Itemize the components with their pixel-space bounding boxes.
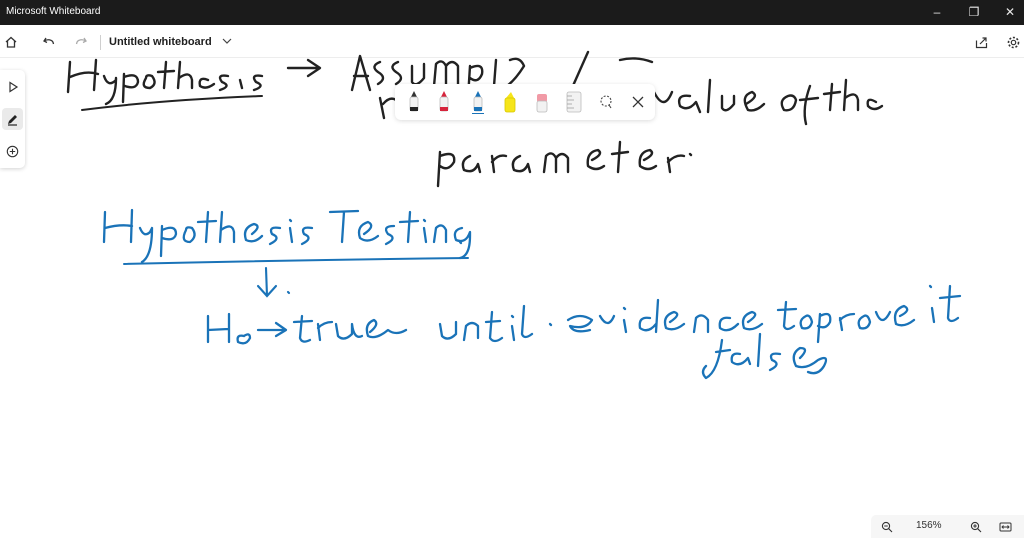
left-tool-rail	[0, 70, 25, 168]
ink-null-hypothesis[interactable]	[206, 284, 962, 380]
zoom-in-icon	[970, 521, 981, 532]
yellow-highlighter-button[interactable]	[499, 90, 521, 114]
red-pen-button[interactable]	[433, 90, 455, 114]
select-tool-button[interactable]	[2, 76, 23, 98]
plus-circle-icon	[6, 145, 19, 157]
pointer-icon	[8, 81, 18, 93]
lasso-button[interactable]	[595, 90, 617, 114]
black-pen-icon	[409, 91, 419, 112]
fit-width-icon	[999, 522, 1012, 531]
eraser-button[interactable]	[531, 90, 553, 114]
zoom-out-icon	[881, 521, 892, 532]
highlighter-icon	[504, 92, 516, 113]
ink-down-arrow[interactable]	[256, 266, 291, 298]
pen-icon	[8, 114, 17, 126]
close-pen-tray-button[interactable]	[627, 90, 649, 114]
close-icon	[632, 96, 644, 108]
fit-to-screen-button[interactable]	[997, 518, 1014, 535]
zoom-out-button[interactable]	[878, 518, 895, 535]
lasso-icon	[600, 95, 612, 109]
pen-tray	[395, 84, 655, 120]
ink-hypothesis-testing[interactable]	[102, 208, 472, 265]
zoom-in-button[interactable]	[967, 518, 984, 535]
zoom-level[interactable]: 156%	[916, 520, 942, 531]
black-pen-button[interactable]	[403, 90, 425, 114]
blue-pen-button[interactable]	[467, 90, 489, 114]
eraser-icon	[536, 94, 548, 113]
red-pen-icon	[439, 91, 449, 112]
ruler-icon	[566, 91, 582, 113]
ruler-button[interactable]	[563, 90, 585, 114]
inking-tool-button[interactable]	[2, 108, 23, 130]
zoom-control: 156%	[871, 515, 1024, 538]
whiteboard-canvas[interactable]	[0, 0, 1024, 538]
blue-pen-icon	[472, 91, 484, 114]
add-button[interactable]	[2, 140, 23, 162]
